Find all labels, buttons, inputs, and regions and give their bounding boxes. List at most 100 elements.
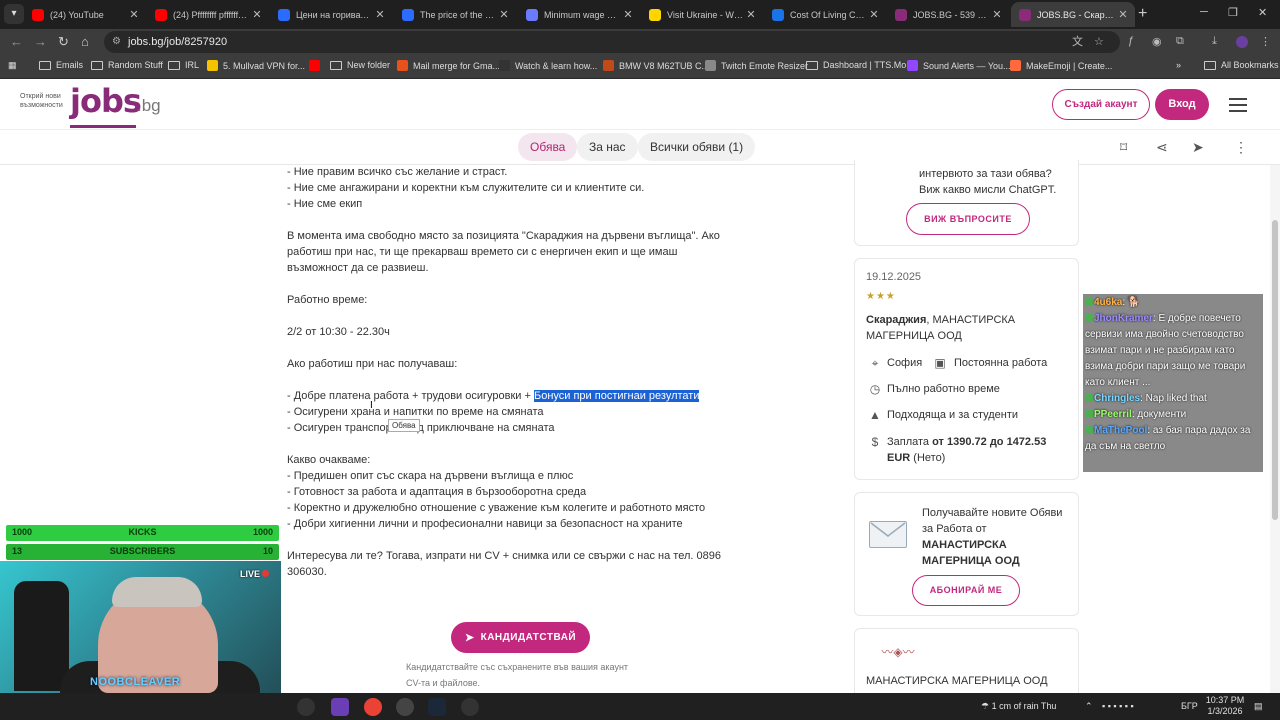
tray-icons[interactable]: ▪ ▪ ▪ ▪ ▪ ▪ [1102,701,1134,711]
hamburger-menu-icon[interactable] [1229,98,1247,112]
company-logo: 〰◈〰 [881,645,915,659]
app-icon-2[interactable] [331,698,349,716]
tab-about[interactable]: За нас [577,133,638,161]
login-button[interactable]: Вход [1155,89,1209,120]
bookmark-item[interactable]: Dashboard | TTS.Mo... [806,60,914,70]
tab-close-icon[interactable]: ✕ [1115,8,1131,21]
back-icon[interactable]: ← [10,34,23,49]
tab-all-jobs[interactable]: Всички обяви (1) [638,133,756,161]
view-questions-button[interactable]: ВИЖ ВЪПРОСИТЕ [906,203,1030,235]
bookmark-item[interactable]: Random Stuff [91,60,163,70]
chair [14,581,69,691]
site-info-icon[interactable]: ⚙ [112,31,121,53]
bookmark-item[interactable] [309,60,325,71]
tab-favicon-icon [278,8,290,21]
browser-tab[interactable]: Minimum wage and ✕ [518,2,640,27]
browser-tab[interactable]: The price of the diesel✕ [394,2,516,27]
chrome-taskbar-icon[interactable] [364,698,382,716]
app-icon-6[interactable] [461,698,479,716]
extension-icon[interactable]: ◉ [1152,35,1162,48]
tab-close-icon[interactable]: ✕ [126,8,142,21]
bookmark-item[interactable]: 5. Mullvad VPN for... [207,60,305,71]
browser-tab[interactable]: JOBS.BG - 539 Обяви✕ [887,2,1009,27]
browser-tab[interactable]: (24) YouTube ✕ [24,2,146,27]
badge-icon [1085,410,1093,418]
bookmark-item[interactable]: IRL [168,60,199,70]
notifications-icon[interactable]: ▤ [1254,701,1263,712]
home-icon[interactable]: ⌂ [81,34,89,49]
tab-close-icon[interactable]: ✕ [249,8,265,21]
tab-close-icon[interactable]: ✕ [372,8,388,21]
profile-avatar[interactable] [1236,36,1248,48]
apps-grid-icon[interactable]: ▦ [8,60,17,71]
apply-button[interactable]: ➤ КАНДИДАТСТВАЙ [451,622,590,653]
bookmark-label: Emails [56,60,84,70]
app-icon-1[interactable] [297,698,315,716]
tray-expand-icon[interactable]: ⌃ [1085,701,1093,712]
chat-text: : Е добре повечето сервизи има двойно сч… [1085,313,1246,388]
tooltip: Обява [388,419,420,432]
browser-menu-icon[interactable]: ⋮ [1260,35,1271,48]
more-options-icon[interactable]: ⋮ [1234,139,1248,156]
bookmark-icon[interactable]: ⌑ [1120,139,1127,156]
bookmark-item[interactable]: BMW V8 M62TUB C... [603,60,709,71]
browser-tab[interactable]: Cost Of Living Compa✕ [764,2,886,27]
downloads-icon[interactable]: ⤓ [1212,35,1217,48]
close-window-icon[interactable]: ✕ [1258,6,1267,19]
selected-text[interactable]: Бонуси при постигнаи резултати [533,390,700,402]
bookmark-item[interactable]: MakeEmoji | Create... [1010,60,1112,71]
extension-f-icon[interactable]: ƒ [1128,35,1134,47]
tab-close-icon[interactable]: ✕ [620,8,636,21]
language-indicator[interactable]: БГР [1181,701,1198,711]
steam-taskbar-icon[interactable] [428,698,446,716]
browser-tab[interactable]: Visit Ukraine - What ✕ [641,2,763,27]
scrollbar-thumb[interactable] [1272,220,1278,520]
tab-search-icon[interactable]: ▾ [4,4,24,24]
translate-icon[interactable]: 文 [1072,31,1083,53]
description-line: 2/2 от 10:30 - 22.30ч [287,326,390,338]
tab-close-icon[interactable]: ✕ [496,8,512,21]
subscribe-button[interactable]: АБОНИРАЙ МЕ [912,575,1020,606]
reload-icon[interactable]: ↻ [58,34,69,50]
system-clock[interactable]: 10:37 PM 1/3/2026 [1205,695,1245,717]
new-tab-button[interactable]: + [1138,5,1147,23]
create-account-button[interactable]: Създай акаунт [1052,89,1150,120]
bookmark-item[interactable]: Sound Alerts — You... [907,60,1011,71]
tab-close-icon[interactable]: ✕ [989,8,1005,21]
forward-icon[interactable]: → [34,34,47,49]
tab-favicon-icon [1019,8,1031,21]
send-icon[interactable]: ➤ [1192,139,1204,156]
webcam-overlay: LIVE NOOBCLEAVER [0,561,281,693]
extensions-puzzle-icon[interactable]: ⧉ [1176,35,1184,48]
address-bar[interactable]: ⚙ jobs.bg/job/8257920 文 ☆ [104,31,1120,53]
page-scrollbar[interactable] [1270,165,1280,693]
jobs-logo[interactable]: jobs [70,82,142,120]
all-bookmarks[interactable]: All Bookmarks [1204,60,1279,70]
bookmark-star-icon[interactable]: ☆ [1094,31,1104,53]
browser-tab[interactable]: JOBS.BG - Скараджия✕ [1011,2,1135,27]
tab-close-icon[interactable]: ✕ [866,8,882,21]
browser-tab[interactable]: Цени на горивата в ✕ [270,2,392,27]
tab-job[interactable]: Обява [518,133,578,161]
bookmark-item[interactable]: Watch & learn how... [499,60,597,71]
bookmark-item[interactable]: Mail merge for Gma... [397,60,500,71]
kicks-target: 1000 [252,527,273,537]
weather-widget[interactable]: ☂ 1 cm of rain Thu [981,701,1056,712]
stream-chat-overlay: 4u6ka: 🐕 JhonKramer: Е добре повечето сер… [1083,294,1263,472]
description-line: - Осигурени храна и напитки по време на … [287,406,544,418]
tab-close-icon[interactable]: ✕ [743,8,759,21]
bookmark-item[interactable]: New folder [330,60,390,70]
maximize-icon[interactable]: ❐ [1228,6,1238,19]
tab-favicon-icon [402,8,414,21]
more-bookmarks-icon[interactable]: » [1176,60,1181,70]
bookmark-favicon-icon [309,60,320,71]
browser-tab[interactable]: (24) Pffffffff pffffffff pffffffff✕ [147,2,269,27]
bookmark-item[interactable]: Twitch Emote Resizer [705,60,808,71]
url-text: jobs.bg/job/8257920 [128,36,228,48]
share-icon[interactable]: ⋖ [1156,139,1168,156]
obs-taskbar-icon[interactable] [396,698,414,716]
bookmark-item[interactable]: Emails [39,60,83,70]
bookmark-label: Sound Alerts — You... [923,60,1011,71]
minimize-icon[interactable]: ─ [1200,6,1208,18]
